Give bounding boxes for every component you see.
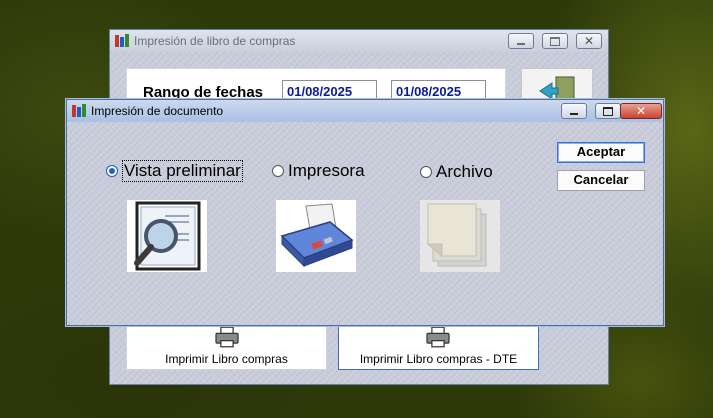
close-icon: ✕ [583, 34, 595, 48]
printer-small-icon [426, 326, 450, 348]
exit-button[interactable] [521, 68, 593, 105]
print-document-dialog: Impresión de documento ✕ Vista prelimina… [66, 99, 664, 326]
maximize-button[interactable] [595, 103, 621, 119]
maximize-button[interactable] [542, 33, 568, 49]
minimize-button[interactable] [508, 33, 534, 49]
radio-impresora-label: Impresora [288, 161, 365, 180]
app-icon [115, 34, 129, 47]
cancelar-button[interactable]: Cancelar [557, 170, 645, 191]
minimize-icon [570, 113, 578, 115]
radio-button[interactable] [272, 165, 284, 177]
printer-image[interactable] [276, 200, 356, 272]
print-libro-compras-dte-button[interactable]: Imprimir Libro compras - DTE [338, 324, 539, 370]
print-libro-compras-button[interactable]: Imprimir Libro compras [126, 324, 327, 370]
file-icon [426, 203, 487, 267]
print-preview-icon [134, 201, 201, 271]
aceptar-button[interactable]: Aceptar [557, 142, 645, 163]
print-preview-image[interactable] [127, 200, 207, 272]
minimize-icon [517, 43, 525, 45]
radio-button[interactable] [420, 166, 432, 178]
print-libro-compras-dte-label: Imprimir Libro compras - DTE [359, 352, 518, 366]
radio-archivo[interactable]: Archivo [420, 162, 493, 182]
file-image[interactable] [420, 200, 500, 272]
printer-icon [280, 203, 354, 268]
radio-vista-preliminar[interactable]: Vista preliminar [106, 160, 243, 182]
maximize-icon [550, 36, 560, 46]
radio-button-checked[interactable] [106, 165, 118, 177]
libro-compras-titlebar[interactable]: Impresión de libro de compras ✕ [110, 30, 608, 52]
close-icon: ✕ [635, 104, 647, 118]
close-button[interactable]: ✕ [620, 103, 662, 119]
print-document-title: Impresión de documento [91, 104, 224, 118]
app-icon [72, 104, 86, 117]
print-libro-compras-label: Imprimir Libro compras [165, 352, 288, 366]
printer-small-icon [215, 326, 239, 348]
print-document-titlebar[interactable]: Impresión de documento ✕ [67, 100, 663, 122]
maximize-icon [603, 106, 613, 116]
radio-vista-preliminar-label: Vista preliminar [122, 160, 243, 182]
minimize-button[interactable] [561, 103, 587, 119]
radio-archivo-label: Archivo [436, 162, 493, 181]
libro-compras-title: Impresión de libro de compras [134, 34, 296, 48]
close-button[interactable]: ✕ [576, 33, 602, 49]
radio-impresora[interactable]: Impresora [272, 161, 365, 181]
